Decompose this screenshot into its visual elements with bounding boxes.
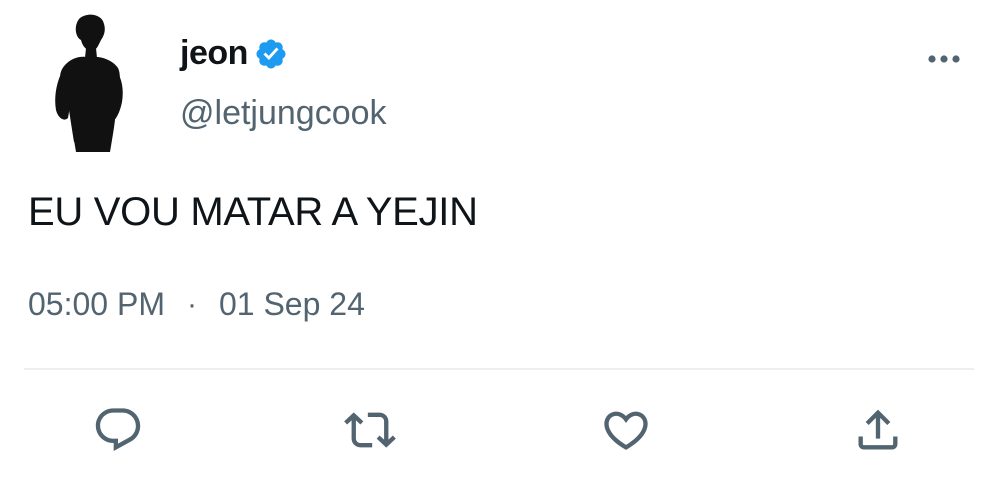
reply-button[interactable]	[88, 400, 148, 460]
avatar[interactable]	[44, 12, 128, 152]
share-button[interactable]	[848, 400, 908, 460]
display-name[interactable]: jeon	[180, 34, 248, 73]
tweet-time[interactable]: 05:00 PM	[28, 286, 165, 323]
meta-separator: ·	[186, 287, 197, 321]
tweet-card: jeon @letjungcook EU VOU MATAR A YEJIN 0…	[0, 0, 1000, 488]
speech-bubble-icon	[95, 408, 141, 452]
more-options-button[interactable]	[924, 44, 964, 74]
author-row: jeon	[180, 34, 288, 73]
tweet-text: EU VOU MATAR A YEJIN	[28, 190, 478, 234]
retweet-button[interactable]	[340, 400, 400, 460]
tweet-date[interactable]: 01 Sep 24	[219, 286, 365, 323]
heart-icon	[604, 411, 648, 450]
divider	[24, 368, 974, 370]
like-button[interactable]	[596, 400, 656, 460]
avatar-silhouette-image	[55, 14, 123, 152]
share-upload-icon	[858, 409, 898, 450]
verified-badge-icon	[256, 38, 286, 69]
tweet-timestamp: 05:00 PM · 01 Sep 24	[28, 286, 365, 323]
action-bar	[0, 400, 1000, 464]
more-dots-icon	[928, 55, 960, 63]
author-handle[interactable]: @letjungcook	[180, 94, 387, 133]
retweet-arrows-icon	[344, 412, 396, 448]
